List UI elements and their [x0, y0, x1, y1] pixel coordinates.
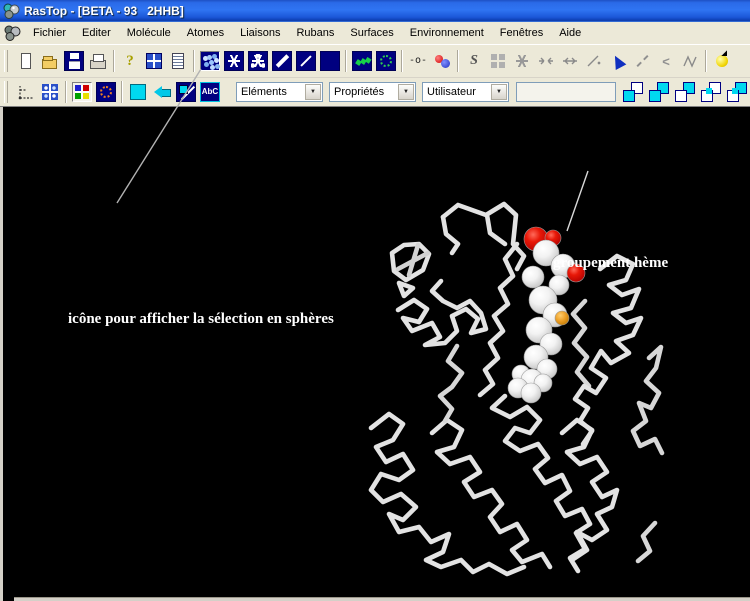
solid-display-icon[interactable] [320, 51, 340, 71]
measure-distance-out-icon [560, 51, 580, 71]
label-slash-icon [584, 51, 604, 71]
separator [457, 50, 459, 72]
new-file-icon[interactable] [16, 51, 36, 71]
axes-icon[interactable] [16, 82, 36, 102]
chevron-down-icon[interactable]: ▼ [305, 84, 321, 100]
properties-combo[interactable]: Propriétés ▼ [329, 82, 416, 102]
menu-fenetres[interactable]: Fenêtres [492, 24, 551, 42]
menu-environnement[interactable]: Environnement [402, 24, 492, 42]
window-frame-edge [0, 107, 3, 601]
separator [121, 81, 123, 103]
center-molecule-icon[interactable]: -o- [408, 51, 428, 71]
color-palette-icon[interactable] [72, 82, 92, 102]
menu-atomes[interactable]: Atomes [179, 24, 232, 42]
document-molecule-icon[interactable] [4, 25, 21, 41]
tile-windows-icon[interactable] [144, 51, 164, 71]
dashed-bond-disabled-icon [632, 51, 652, 71]
separator [345, 50, 347, 72]
ribbons-display-icon[interactable]: ◆◆◆ [352, 51, 372, 71]
menu-aide[interactable]: Aide [551, 24, 589, 42]
menu-editer[interactable]: Editer [74, 24, 119, 42]
user-combo[interactable]: Utilisateur ▼ [422, 82, 509, 102]
separator [65, 81, 67, 103]
set-new-icon[interactable] [622, 82, 644, 102]
paste-selection-icon[interactable] [152, 82, 172, 102]
open-file-icon[interactable] [40, 51, 60, 71]
print-icon[interactable] [88, 51, 108, 71]
separator [705, 50, 707, 72]
menu-liaisons[interactable]: Liaisons [232, 24, 288, 42]
set-remove-icon[interactable] [674, 82, 696, 102]
label-abc-icon[interactable]: AbC [200, 82, 220, 102]
separator [401, 50, 403, 72]
spacefill-display-icon[interactable] [200, 51, 220, 71]
protein-backbone [0, 107, 750, 601]
selection-color-icon[interactable] [128, 82, 148, 102]
thin-sticks-display-icon[interactable] [296, 51, 316, 71]
quadrants-icon[interactable] [40, 82, 60, 102]
toolbar-grip[interactable] [4, 50, 8, 72]
properties-combo-value: Propriétés [334, 86, 384, 98]
annotation-heme-text: groupement hème [553, 255, 668, 272]
save-file-icon[interactable] [64, 51, 84, 71]
user-combo-value: Utilisateur [427, 86, 476, 98]
rastop-window: RasTop - [BETA - 93 2HHB] Fichier Editer… [0, 0, 750, 601]
set-intersect-icon[interactable] [700, 82, 722, 102]
chevron-down-icon[interactable]: ▼ [491, 84, 507, 100]
measure-distance-in-icon [536, 51, 556, 71]
app-icon [3, 3, 20, 19]
light-toggle-icon[interactable] [712, 51, 732, 71]
slash-selection-icon[interactable] [176, 82, 196, 102]
annotation-spacefill-text: icône pour afficher la sélection en sphè… [68, 311, 334, 328]
select-wireframe-disabled-icon [512, 51, 532, 71]
wireframe-display-icon[interactable] [224, 51, 244, 71]
title-bar[interactable]: RasTop - [BETA - 93 2HHB] [0, 0, 750, 22]
dots-display-icon[interactable] [376, 51, 396, 71]
menu-rubans[interactable]: Rubans [288, 24, 342, 42]
dihedral-disabled-icon [680, 51, 700, 71]
set-exclude-icon[interactable] [726, 82, 748, 102]
cone-view-icon[interactable] [608, 51, 628, 71]
menu-molecule[interactable]: Molécule [119, 24, 179, 42]
separator [113, 50, 115, 72]
main-toolbar: ? ◆◆◆ -o- S < [0, 45, 750, 78]
menu-fichier[interactable]: Fichier [25, 24, 74, 42]
angle-label-disabled-icon: < [656, 51, 676, 71]
command-input[interactable] [516, 82, 616, 102]
ballstick-display-icon[interactable] [248, 51, 268, 71]
elements-combo-value: Eléments [241, 86, 287, 98]
elements-combo[interactable]: Eléments ▼ [236, 82, 323, 102]
selection-toolbar: AbC Eléments ▼ Propriétés ▼ Utilisateur … [0, 78, 750, 106]
set-add-icon[interactable] [648, 82, 670, 102]
palette-disabled-icon [488, 51, 508, 71]
toolbar-grip[interactable] [4, 81, 8, 103]
menu-surfaces[interactable]: Surfaces [342, 24, 401, 42]
command-list-icon[interactable] [168, 51, 188, 71]
sticks-display-icon[interactable] [272, 51, 292, 71]
cpk-spheres-icon[interactable] [432, 51, 452, 71]
window-title: RasTop - [BETA - 93 2HHB] [24, 4, 184, 18]
menu-bar: Fichier Editer Molécule Atomes Liaisons … [0, 22, 750, 45]
trace-icon[interactable]: S [464, 51, 484, 71]
help-icon[interactable]: ? [120, 51, 140, 71]
molecule-viewport[interactable]: icône pour afficher la sélection en sphè… [0, 106, 750, 601]
dots-orange-icon[interactable] [96, 82, 116, 102]
chevron-down-icon[interactable]: ▼ [398, 84, 414, 100]
window-frame-edge [14, 597, 750, 601]
separator [193, 50, 195, 72]
